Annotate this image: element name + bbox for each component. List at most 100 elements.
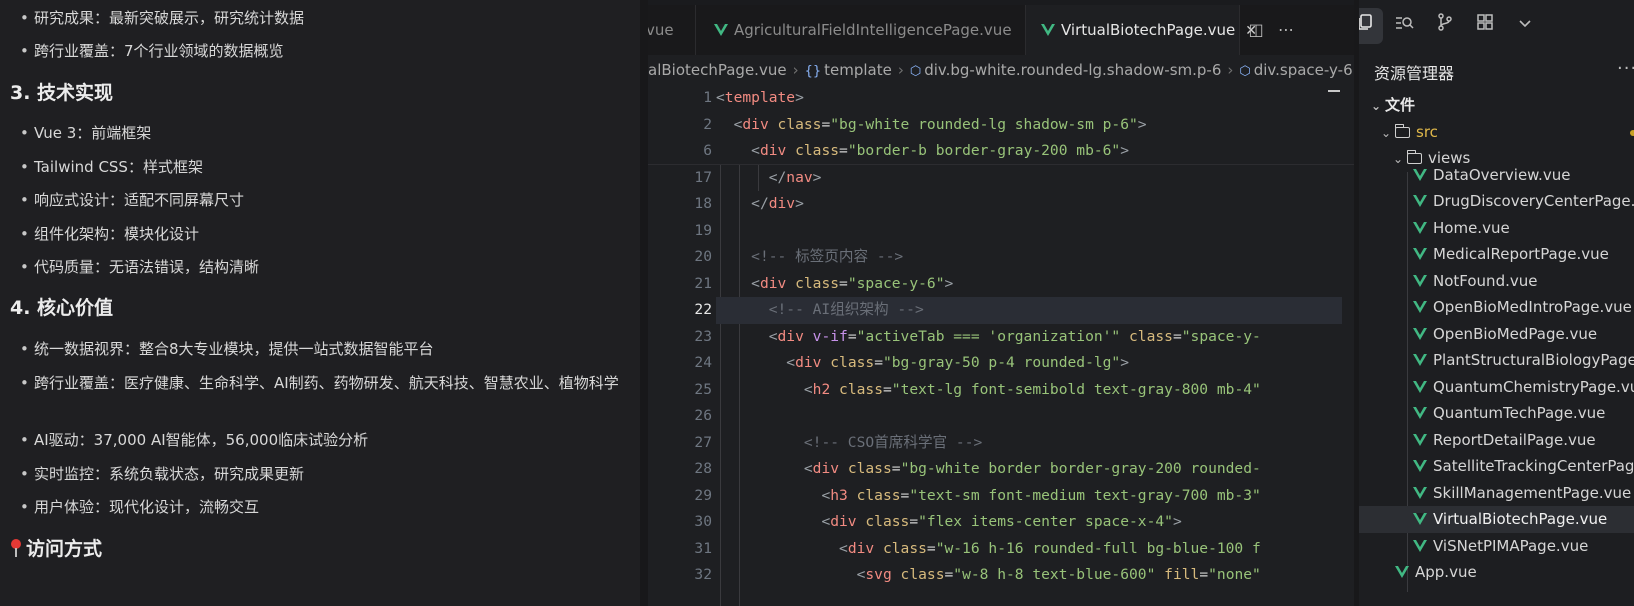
modified-indicator <box>1630 130 1634 136</box>
code-line: 18 </div> <box>694 195 804 212</box>
explorer-panel: 资源管理器 ··· ⌄文件 ⌄src ⌄views DataOverview.v… <box>1359 0 1634 606</box>
code-area[interactable]: 1 <template> 2 <div class="bg-white round… <box>648 85 1354 606</box>
vue-file-icon <box>1041 24 1055 36</box>
section-files[interactable]: ⌄ 文件 <box>1359 92 1634 119</box>
list-item: • 跨行业覆盖：7个行业领域的数据概览 <box>20 42 284 60</box>
code-line: 29 <h3 class="text-sm font-medium text-g… <box>694 486 1261 504</box>
list-item: • Vue 3：前端框架 <box>20 124 152 142</box>
list-item: • 研究成果：最新突破展示，研究统计数据 <box>20 9 305 27</box>
extensions-icon[interactable] <box>1467 8 1503 44</box>
code-line: 17 </nav> <box>694 168 822 186</box>
vue-file-icon <box>1413 407 1427 419</box>
code-line: 24 <div class="bg-gray-50 p-4 rounded-lg… <box>694 354 1130 371</box>
vue-file-icon <box>714 24 728 36</box>
code-editor: vue AgriculturalFieldIntelligencePage.vu… <box>648 5 1354 606</box>
code-line: 6 <div class="border-b border-gray-200 m… <box>648 138 1354 165</box>
vue-file-icon <box>1413 434 1427 446</box>
vue-file-icon <box>1413 248 1427 260</box>
more-actions-icon[interactable]: ⋯ <box>1274 5 1298 55</box>
list-item: • 代码质量：无语法错误，结构清晰 <box>20 258 260 276</box>
code-line: 25 <h2 class="text-lg font-semibold text… <box>694 380 1261 398</box>
file-item[interactable]: OpenBioMedPage.vue <box>1359 321 1634 348</box>
list-item: • 实时监控：系统负载状态，研究成果更新 <box>20 465 305 483</box>
breadcrumb: alBiotechPage.vue ›{} template › ⬡ div.bg-whi… <box>648 61 1353 79</box>
list-item: • Tailwind CSS：样式框架 <box>20 158 203 176</box>
braces-icon: {} <box>804 64 822 79</box>
chevron-down-icon: ⌄ <box>1381 126 1392 140</box>
vue-file-icon <box>1413 275 1427 287</box>
code-line: 20 <!-- 标签页内容 --> <box>694 248 904 265</box>
vue-file-icon <box>1413 381 1427 393</box>
code-line: 31 <div class="w-16 h-16 rounded-full bg… <box>694 539 1261 557</box>
vue-file-icon <box>1413 195 1427 207</box>
element-symbol-icon: ⬡ <box>909 64 922 79</box>
vue-file-icon <box>1413 354 1427 366</box>
file-item[interactable]: SkillManagementPage.vue <box>1359 480 1634 507</box>
code-line: 32 <svg class="w-8 h-8 text-blue-600" fi… <box>694 566 1261 583</box>
file-item[interactable]: ReportDetailPage.vue <box>1359 427 1634 454</box>
breadcrumb-file[interactable]: alBiotechPage.vue <box>648 61 787 79</box>
list-item: • 组件化架构：模块化设计 <box>20 225 200 243</box>
tab-virtualbiotech[interactable]: VirtualBiotechPage.vue ✕ <box>1026 5 1257 55</box>
file-item[interactable]: DrugDiscoveryCenterPage.vue <box>1359 188 1634 215</box>
tab-partial[interactable]: vue <box>648 5 696 55</box>
more-actions-icon[interactable]: ··· <box>1617 58 1634 79</box>
vue-file-icon <box>1413 513 1427 525</box>
file-item[interactable]: ViSNetPIMAPage.vue <box>1359 533 1634 560</box>
source-control-icon[interactable] <box>1427 8 1463 44</box>
search-icon[interactable] <box>1387 8 1423 44</box>
breadcrumb-div[interactable]: div.bg-white.rounded-lg.shadow-sm.p-6 <box>924 61 1221 79</box>
tab-agricultural[interactable]: AgriculturalFieldIntelligencePage.vue <box>696 5 1026 55</box>
element-symbol-icon: ⬡ <box>1239 64 1251 79</box>
section-heading-tech: 3. 技术实现 <box>10 82 114 104</box>
vue-file-icon <box>1413 328 1427 340</box>
file-item[interactable]: QuantumTechPage.vue <box>1359 400 1634 427</box>
panel-resizer[interactable] <box>640 0 648 606</box>
list-item: • 用户体验：现代化设计，流畅交互 <box>20 498 260 516</box>
file-item[interactable]: NotFound.vue <box>1359 268 1634 295</box>
code-line: 21 <div class="space-y-6"> <box>694 274 954 292</box>
vue-file-icon <box>1395 566 1409 578</box>
code-line: 2 <div class="bg-white rounded-lg shadow… <box>648 111 1354 138</box>
folder-src[interactable]: ⌄ src <box>1359 119 1634 146</box>
file-item[interactable]: DataOverview.vue <box>1359 162 1634 189</box>
file-item[interactable]: OpenBioMedIntroPage.vue <box>1359 294 1634 321</box>
file-item-selected[interactable]: VirtualBiotechPage.vue <box>1359 506 1634 533</box>
vue-file-icon <box>1413 460 1427 472</box>
code-line: 26 <box>694 407 712 424</box>
vue-file-icon <box>1413 222 1427 234</box>
file-item[interactable]: Home.vue <box>1359 215 1634 242</box>
breadcrumb-div-space[interactable]: div.space-y-6 <box>1254 61 1353 79</box>
list-item: • 统一数据视界：整合8大专业模块，提供一站式数据智能平台 <box>20 340 434 358</box>
list-item: • AI驱动：37,000 AI智能体，56,000临床试验分析 <box>20 431 369 449</box>
code-line: 19 <box>694 221 712 239</box>
vue-file-icon <box>1413 540 1427 552</box>
editor-tab-bar: vue AgriculturalFieldIntelligencePage.vu… <box>648 5 1354 55</box>
code-line: 23 <div v-if="activeTab === 'organizatio… <box>694 327 1261 345</box>
scrollbar-marker[interactable] <box>1328 90 1340 92</box>
code-line: 27 <!-- CSO首席科学官 --> <box>694 433 983 451</box>
code-line-current: 22 <!-- AI组织架构 --> <box>648 297 1354 324</box>
pin-icon <box>10 538 22 558</box>
files-icon[interactable] <box>1359 8 1383 44</box>
split-editor-icon[interactable]: ◫ <box>1244 5 1268 55</box>
list-item: • 响应式设计：适配不同屏幕尺寸 <box>20 191 245 209</box>
file-item[interactable]: SatelliteTrackingCenterPage.vue <box>1359 453 1634 480</box>
section-heading-value: 4. 核心价值 <box>10 297 114 319</box>
file-item[interactable]: PlantStructuralBiologyPage.vue <box>1359 347 1634 374</box>
list-item: • 跨行业覆盖：医疗健康、生命科学、AI制药、药物研发、航天科技、智慧农业、植物科… <box>20 374 619 392</box>
chevron-down-icon[interactable] <box>1507 8 1543 44</box>
code-line: 1 <template> <box>648 85 1354 112</box>
breadcrumb-template[interactable]: template <box>824 61 892 79</box>
folder-open-icon <box>1395 124 1410 138</box>
file-item[interactable]: QuantumChemistryPage.vue <box>1359 374 1634 401</box>
chevron-down-icon: ⌄ <box>1371 99 1382 113</box>
chat-panel: • 研究成果：最新突破展示，研究统计数据 • 跨行业覆盖：7个行业领域的数据概览 3… <box>0 0 640 606</box>
file-item[interactable]: App.vue <box>1359 559 1634 586</box>
code-line: 28 <div class="bg-white border border-gr… <box>694 460 1261 477</box>
section-heading-access: 访问方式 <box>10 536 102 562</box>
vue-file-icon <box>1413 169 1427 181</box>
code-line: 30 <div class="flex items-center space-x… <box>694 513 1182 530</box>
file-item[interactable]: MedicalReportPage.vue <box>1359 241 1634 268</box>
vue-file-icon <box>1413 487 1427 499</box>
